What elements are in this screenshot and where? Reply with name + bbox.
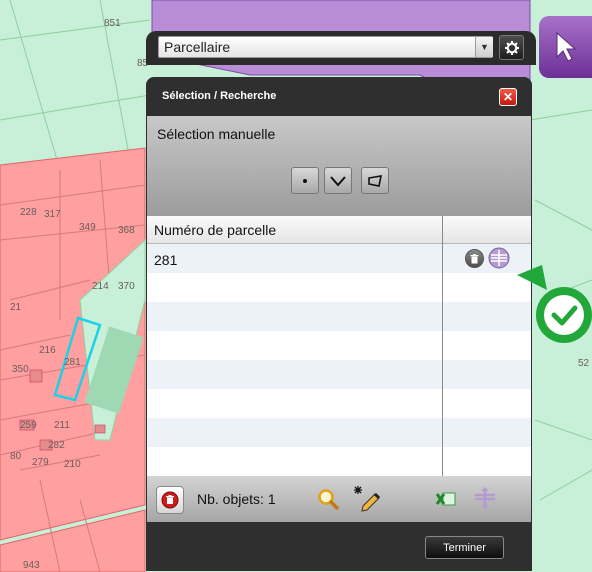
layers-icon	[488, 247, 510, 269]
parcel-label: 851	[104, 18, 121, 29]
magnifier-icon	[318, 489, 339, 510]
parcel-label: 52	[578, 358, 590, 369]
parcel-label: 349	[79, 222, 96, 233]
settings-button[interactable]	[499, 35, 524, 60]
edit-button[interactable]	[350, 483, 382, 513]
parcel-label: 259	[20, 420, 37, 431]
parcel-number-cell[interactable]: 281	[154, 252, 177, 268]
magic-pencil-icon	[354, 486, 381, 512]
parcel-label: 216	[39, 345, 56, 356]
table-row	[147, 389, 531, 418]
delete-all-button[interactable]	[156, 486, 184, 514]
parcel-label: 943	[23, 560, 40, 571]
parcel-label: 279	[32, 457, 49, 468]
panel-title: Sélection / Recherche	[162, 90, 277, 102]
chevron-down-icon[interactable]: ▼	[475, 37, 493, 57]
line-select-button[interactable]	[324, 167, 352, 194]
parcel-label: 21	[10, 302, 22, 313]
close-icon: ✕	[502, 90, 514, 104]
table-row	[147, 447, 531, 476]
export-excel-button[interactable]	[433, 487, 459, 511]
delete-row-button[interactable]	[465, 249, 484, 268]
layers-button[interactable]	[471, 485, 499, 511]
parcel-label: 370	[118, 281, 135, 292]
table-row	[147, 360, 531, 389]
table-row	[147, 273, 531, 302]
parcel-label: 281	[64, 357, 81, 368]
parcel-label: 214	[92, 281, 109, 292]
trash-icon	[470, 253, 479, 263]
polygon-select-icon	[368, 174, 383, 187]
column-header-parcel-number[interactable]: Numéro de parcelle	[154, 222, 276, 238]
parcel-label: 80	[10, 451, 22, 462]
show-layers-button[interactable]	[487, 247, 511, 269]
pointer-tool-button[interactable]	[539, 16, 592, 78]
confirm-badge[interactable]	[517, 265, 592, 345]
table-row	[147, 331, 531, 360]
parcel-label: 210	[64, 459, 81, 470]
table-row	[147, 418, 531, 447]
parcel-label: 350	[12, 364, 29, 375]
parcel-label: 228	[20, 207, 37, 218]
object-count: Nb. objets: 1	[197, 491, 276, 507]
point-select-button[interactable]	[291, 167, 319, 194]
close-button[interactable]: ✕	[499, 88, 517, 106]
layer-select[interactable]: Parcellaire	[158, 36, 493, 58]
parcel-label: 282	[48, 440, 65, 451]
parcel-label: 317	[44, 209, 61, 220]
manual-selection-label: Sélection manuelle	[157, 126, 276, 142]
table-row	[147, 302, 531, 331]
layers-icon	[475, 486, 495, 510]
finish-button[interactable]: Terminer	[425, 536, 504, 559]
settings-icon	[504, 40, 519, 55]
column-divider	[442, 216, 443, 476]
line-select-icon	[330, 175, 346, 187]
point-select-icon	[303, 178, 307, 183]
pointer-arrow-icon	[556, 31, 576, 62]
parcel-label: 211	[54, 420, 70, 431]
trash-icon	[161, 491, 179, 509]
excel-icon	[435, 492, 456, 506]
zoom-to-selection-button[interactable]	[314, 485, 342, 513]
polygon-select-button[interactable]	[361, 167, 389, 194]
parcel-label: 368	[118, 225, 135, 236]
